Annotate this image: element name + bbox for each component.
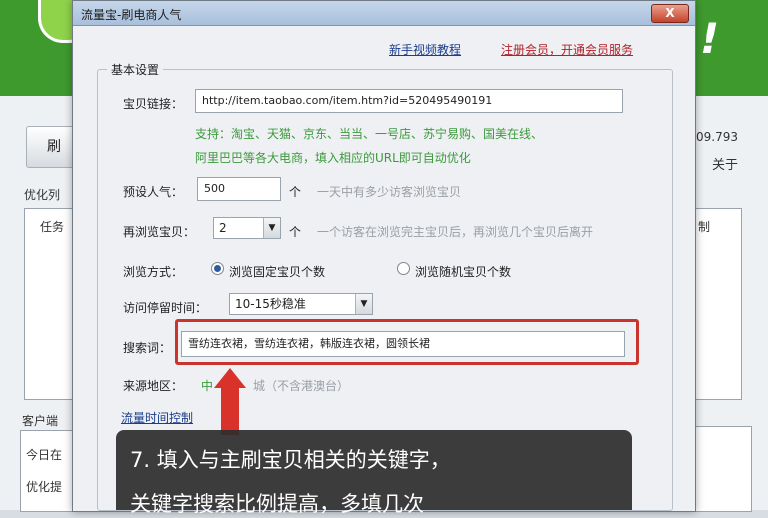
member-register-link[interactable]: 注册会员，开通会员服务 <box>501 41 633 58</box>
item-link-label: 宝贝链接： <box>123 97 184 111</box>
bg-number: 09.793 <box>696 130 738 144</box>
video-tutorial-link[interactable]: 新手视频教程 <box>389 41 461 58</box>
region-value[interactable]: 中 <box>201 377 213 394</box>
tutorial-tip-line1: 7. 填入与主刷宝贝相关的关键字， <box>130 448 451 472</box>
extra-browse-unit: 个 <box>289 225 302 239</box>
bg-optimize-label: 优化提 <box>26 480 63 494</box>
chevron-down-icon: ▼ <box>263 218 280 238</box>
bg-task-list-right <box>694 208 742 400</box>
keyword-highlight-frame <box>175 319 639 365</box>
bg-task-column: 任务 <box>40 220 65 234</box>
browse-mode-label: 浏览方式： <box>123 265 184 279</box>
support-hint-line1: 支持：淘宝、天猫、京东、当当、一号店、苏宁易购、国美在线、 <box>195 127 544 141</box>
bg-today-label: 今日在 <box>26 448 63 462</box>
browse-fixed-radio[interactable] <box>211 262 224 275</box>
keyword-label: 搜索词： <box>123 341 172 355</box>
bg-task-list-left <box>24 208 76 400</box>
extra-browse-hint: 一个访客在浏览完主宝贝后，再浏览几个宝贝后离开 <box>317 225 594 239</box>
extra-browse-label: 再浏览宝贝： <box>123 225 196 239</box>
tutorial-tip-line2: 关键字搜索比例提高，多填几次 <box>130 492 424 516</box>
target-popularity-unit: 个 <box>289 185 302 199</box>
bg-about-link[interactable]: 关于 <box>712 154 738 173</box>
stay-time-select[interactable]: 10-15秒稳准 ▼ <box>229 293 373 315</box>
basic-settings-title: 基本设置 <box>107 61 164 78</box>
browse-random-radio[interactable] <box>397 262 410 275</box>
support-hint-line2: 阿里巴巴等各大电商，填入相应的URL即可自动优化 <box>195 151 471 165</box>
dialog-titlebar[interactable]: 流量宝-刷电商人气 X <box>73 1 695 26</box>
stay-time-value: 10-15秒稳准 <box>235 297 306 311</box>
extra-browse-value: 2 <box>219 221 227 235</box>
bg-refresh-button[interactable]: 刷 <box>26 126 76 168</box>
extra-browse-select[interactable]: 2 ▼ <box>213 217 281 239</box>
bg-stats-panel <box>20 430 78 512</box>
app-slogan-mark: ! <box>700 14 720 63</box>
region-note: 城（不含港澳台） <box>253 379 350 393</box>
bg-optimize-list-label: 优化列 <box>24 188 61 202</box>
stay-time-label: 访问停留时间： <box>123 301 208 315</box>
arrow-shaft <box>221 385 239 435</box>
chevron-down-icon: ▼ <box>355 294 372 314</box>
bg-stats-panel-right <box>694 426 752 512</box>
region-label: 来源地区： <box>123 379 184 393</box>
close-button[interactable]: X <box>651 4 689 23</box>
target-popularity-hint: 一天中有多少访客浏览宝贝 <box>317 185 462 199</box>
target-popularity-label: 预设人气： <box>123 185 184 199</box>
dialog-title: 流量宝-刷电商人气 <box>81 8 182 22</box>
browse-random-label: 浏览随机宝贝个数 <box>415 265 512 279</box>
bg-client-label: 客户端 <box>22 414 59 428</box>
bg-control-column: 制 <box>698 220 711 234</box>
browse-fixed-label: 浏览固定宝贝个数 <box>229 265 326 279</box>
flow-time-control-link[interactable]: 流量时间控制 <box>121 409 193 426</box>
item-link-input[interactable]: http://item.taobao.com/item.htm?id=52049… <box>195 89 623 113</box>
target-popularity-input[interactable]: 500 <box>197 177 281 201</box>
